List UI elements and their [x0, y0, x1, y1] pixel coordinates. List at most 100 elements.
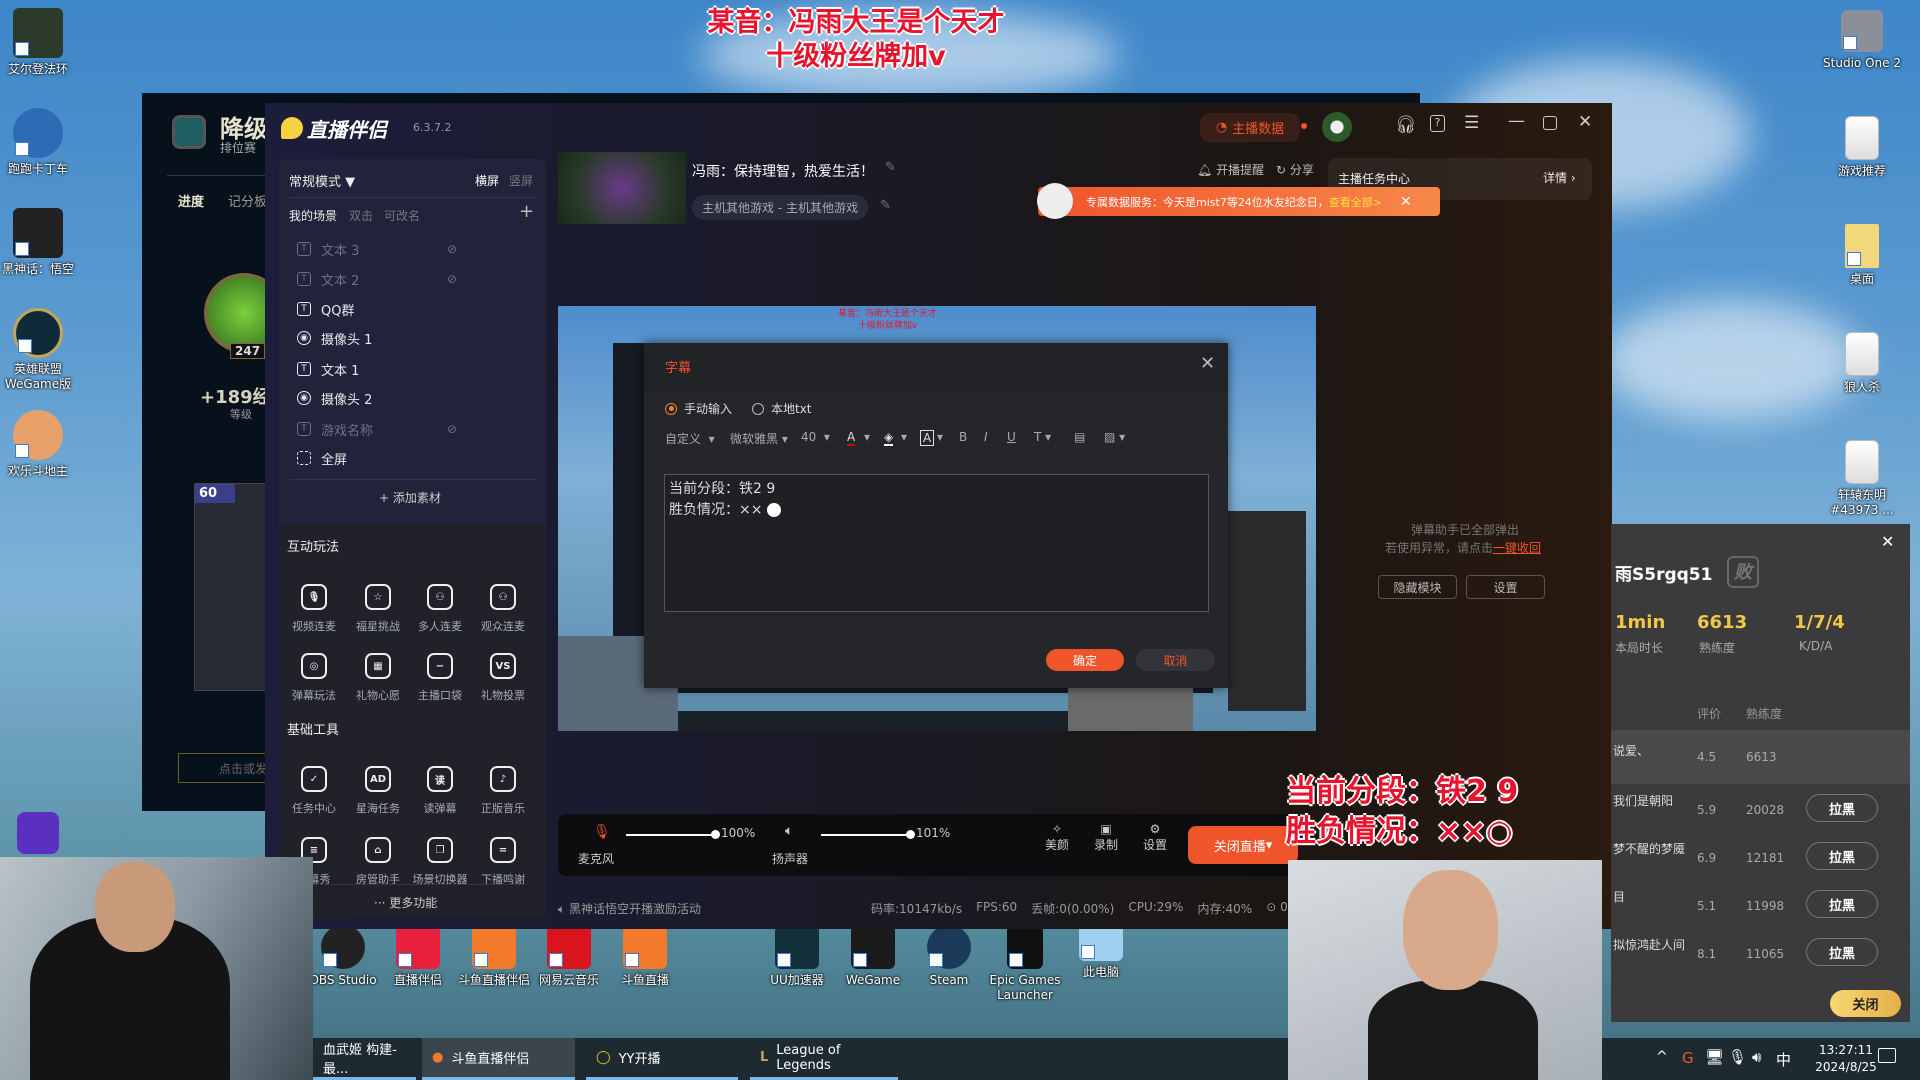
record-button[interactable]: ▣ 录制: [1094, 822, 1118, 853]
source-item[interactable]: T 文本 3 ⊘: [297, 237, 527, 261]
close-icon[interactable]: ✕: [1578, 112, 1592, 132]
tool-tools-item[interactable]: 读读弹幕: [410, 766, 470, 816]
cancel-button[interactable]: 取消: [1136, 649, 1215, 671]
desktop-icon[interactable]: 轩辕东明 #43973 ...: [1817, 440, 1907, 518]
edit-title-icon[interactable]: ✎: [885, 160, 896, 175]
font-color-icon[interactable]: A: [847, 430, 856, 446]
settings-button[interactable]: ⚙ 设置: [1143, 822, 1167, 853]
recall-link[interactable]: 一键收回: [1493, 541, 1541, 555]
tool-interactive-item[interactable]: − 主播口袋: [410, 653, 470, 703]
hide-module-button[interactable]: 隐藏模块: [1378, 575, 1457, 599]
stop-stream-button[interactable]: 关闭直播 ▾: [1188, 826, 1298, 864]
font-dropdown[interactable]: 微软雅黑 ▾: [730, 430, 788, 447]
headset-icon[interactable]: 🎧︎: [1395, 115, 1417, 135]
source-item[interactable]: 全屏: [297, 446, 527, 470]
stream-thumbnail[interactable]: [558, 152, 686, 224]
view-all-link[interactable]: 查看全部>: [1329, 194, 1382, 210]
danmu-settings-button[interactable]: 设置: [1466, 575, 1545, 599]
tab-scoreboard[interactable]: 记分板: [228, 191, 267, 210]
streamer-data-button[interactable]: ◔ 主播数据: [1200, 113, 1300, 142]
microphone-icon[interactable]: 🎙︎: [1728, 1048, 1747, 1066]
text-box-icon[interactable]: ▤: [1074, 430, 1085, 444]
source-item[interactable]: ◉ 摄像头 1: [297, 326, 527, 350]
activity-link[interactable]: 🔈︎ 黑神话悟空开播激励活动: [558, 900, 701, 917]
volume-icon[interactable]: 🔊︎: [1752, 1048, 1761, 1066]
tool-interactive-item[interactable]: ◎ 弹幕玩法: [284, 653, 344, 703]
taskbar-item[interactable]: L League of Legends: [750, 1038, 898, 1080]
text-spacing-icon[interactable]: T ▾: [1034, 430, 1051, 444]
tool-tools-item[interactable]: = 下播鸣谢: [473, 837, 533, 887]
close-panel-icon[interactable]: ✕: [1881, 532, 1894, 551]
mode-dropdown[interactable]: 常规模式 ▼: [289, 171, 355, 190]
eye-hidden-icon[interactable]: ⊘: [447, 242, 457, 256]
tool-tools-item[interactable]: ♪ 正版音乐: [473, 766, 533, 816]
tool-interactive-item[interactable]: 🎙︎ 视频连麦: [284, 584, 344, 634]
beauty-button[interactable]: ✧ 美颜: [1045, 822, 1069, 853]
taskbar-item[interactable]: ● 斗鱼直播伴侣: [422, 1038, 575, 1080]
microphone-icon[interactable]: 🎙︎: [593, 824, 611, 840]
fill-color-icon[interactable]: ◈: [884, 430, 894, 446]
chevron-down-icon[interactable]: ▾: [937, 430, 943, 444]
speaker-icon[interactable]: 🔈︎: [785, 823, 793, 839]
underline-icon[interactable]: U: [1007, 430, 1016, 444]
desktop-icon[interactable]: 桌面: [1817, 224, 1907, 287]
maximize-icon[interactable]: [1543, 116, 1557, 130]
desktop-icon[interactable]: Studio One 2: [1817, 10, 1907, 71]
avatar[interactable]: [1322, 112, 1352, 142]
background-icon[interactable]: ▨ ▾: [1104, 430, 1125, 444]
notice-banner[interactable]: 专属数据服务：今天是mist7等24位水友纪念日， 查看全部> ✕: [1038, 187, 1440, 216]
desktop-icon[interactable]: 跑跑卡丁车: [0, 108, 83, 177]
block-button[interactable]: 拉黑: [1806, 842, 1878, 870]
chevron-down-icon[interactable]: ▾: [864, 430, 870, 444]
mic-volume-slider[interactable]: [626, 830, 720, 839]
ime-indicator[interactable]: 中: [1776, 1049, 1791, 1070]
chevron-down-icon[interactable]: ▾: [901, 430, 907, 444]
source-item[interactable]: T 文本 1: [297, 357, 527, 381]
dialog-close-icon[interactable]: ✕: [1200, 353, 1215, 374]
source-item[interactable]: T QQ群: [297, 297, 527, 321]
tool-tools-item[interactable]: ✓ 任务中心: [284, 766, 344, 816]
desktop-icon[interactable]: 英雄联盟 WeGame版: [0, 308, 83, 392]
desktop-icon[interactable]: 艾尔登法环: [0, 8, 83, 77]
confirm-button[interactable]: 确定: [1046, 649, 1124, 671]
share-button[interactable]: ↻ 分享: [1276, 161, 1314, 178]
subtitle-textarea[interactable]: 当前分段：铁2 9 胜负情况：××: [664, 474, 1209, 612]
edit-category-icon[interactable]: ✎: [880, 198, 891, 213]
portrait-toggle[interactable]: 竖屏: [509, 172, 533, 189]
taskbar-item[interactable]: ◯ YY开播: [586, 1038, 738, 1080]
app-icon[interactable]: [17, 812, 59, 854]
block-button[interactable]: 拉黑: [1806, 938, 1878, 966]
close-notice-icon[interactable]: ✕: [1400, 194, 1412, 210]
outline-icon[interactable]: A: [920, 430, 935, 446]
tool-tools-item[interactable]: ❐ 场景切换器: [410, 837, 470, 887]
font-size-dropdown[interactable]: 40 ▾: [801, 430, 830, 444]
tool-interactive-item[interactable]: ⚇ 多人连麦: [410, 584, 470, 634]
landscape-toggle[interactable]: 横屏: [475, 172, 499, 189]
add-source-button[interactable]: + 添加素材: [379, 489, 441, 506]
taskbar-item[interactable]: 血武姬 构建-最...: [313, 1038, 416, 1080]
notification-icon[interactable]: [1878, 1048, 1896, 1063]
desktop-icon[interactable]: 斗鱼直播: [600, 925, 690, 988]
tool-tools-item[interactable]: ⌂ 房管助手: [348, 837, 408, 887]
radio-local-txt[interactable]: 本地txt: [752, 400, 812, 417]
more-features-button[interactable]: ··· 更多功能: [374, 894, 437, 911]
help-icon[interactable]: ?: [1430, 115, 1445, 132]
radio-manual[interactable]: 手动输入: [665, 400, 732, 417]
detail-link[interactable]: 详情 ›: [1543, 169, 1576, 186]
tool-interactive-item[interactable]: ☆ 福星挑战: [348, 584, 408, 634]
block-button[interactable]: 拉黑: [1806, 794, 1878, 822]
speaker-volume-slider[interactable]: [821, 830, 915, 839]
eye-hidden-icon[interactable]: ⊘: [447, 272, 457, 286]
close-button[interactable]: 关闭: [1830, 990, 1901, 1017]
remind-button[interactable]: 🔔︎ 开播提醒: [1197, 161, 1264, 178]
tab-progress[interactable]: 进度: [178, 191, 204, 210]
tool-interactive-item[interactable]: ▦ 礼物心愿: [348, 653, 408, 703]
desktop-icon[interactable]: 此电脑: [1056, 925, 1146, 980]
preset-dropdown[interactable]: 自定义 ▾: [665, 430, 715, 447]
desktop-icon[interactable]: 游戏推荐: [1817, 116, 1907, 179]
source-item[interactable]: T 游戏名称 ⊘: [297, 417, 527, 441]
show-hidden-icons[interactable]: ^: [1656, 1049, 1668, 1065]
desktop-icon[interactable]: 狼人杀: [1817, 332, 1907, 395]
bold-icon[interactable]: B: [959, 430, 967, 444]
clock[interactable]: 13:27:11 2024/8/25: [1806, 1042, 1886, 1076]
